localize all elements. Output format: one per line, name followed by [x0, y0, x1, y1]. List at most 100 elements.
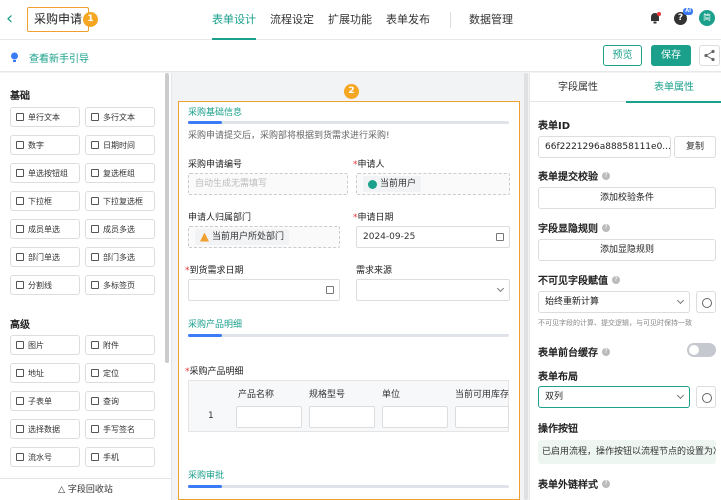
- chevron-down-icon: [676, 296, 685, 305]
- col-product-name: 产品名称: [238, 390, 275, 400]
- guide-label: 查看新手引导: [29, 54, 89, 65]
- comp-member-single[interactable]: 成员单选: [10, 219, 80, 239]
- comp-icon: [91, 141, 99, 149]
- comp-checkbox[interactable]: 复选框组: [85, 163, 155, 183]
- tab-extension[interactable]: 扩展功能: [322, 0, 378, 40]
- add-visibility-button[interactable]: 添加显隐规则: [538, 239, 716, 261]
- field-no-input[interactable]: 自动生成无需填写: [188, 173, 348, 195]
- comp-dept-single[interactable]: 部门单选: [10, 247, 80, 267]
- comp-divider[interactable]: 分割线: [10, 275, 80, 295]
- help-icon[interactable]: ?: [612, 275, 620, 284]
- form-title[interactable]: 采购申请: [27, 7, 90, 32]
- bell-icon[interactable]: [648, 11, 662, 25]
- add-validation-button[interactable]: 添加校验条件: [538, 187, 716, 209]
- comp-datetime[interactable]: 日期时间: [85, 135, 155, 155]
- comp-serial[interactable]: 流水号: [10, 447, 80, 467]
- layout-label: 表单布局: [538, 372, 578, 383]
- tab-divider: [450, 12, 451, 28]
- product-subtable[interactable]: 产品名称 规格型号 单位 当前可用库存 1: [188, 380, 509, 432]
- comp-attachment[interactable]: 附件: [85, 335, 155, 355]
- comp-tabs[interactable]: 多标签页: [85, 275, 155, 295]
- help-icon[interactable]: ?: [602, 479, 610, 488]
- comp-icon: [16, 397, 24, 405]
- help-icon[interactable]: ?: [602, 223, 610, 232]
- help-icon[interactable]: ? AI: [674, 7, 693, 25]
- comp-signature[interactable]: 手写签名: [85, 419, 155, 439]
- comp-icon: [16, 453, 24, 461]
- tab-flow[interactable]: 流程设定: [264, 0, 320, 40]
- preview-button[interactable]: 预览: [603, 45, 642, 66]
- field-label-applicant: *申请人: [353, 157, 385, 170]
- tab-publish[interactable]: 表单发布: [380, 0, 436, 40]
- avatar[interactable]: 简: [699, 10, 715, 26]
- comp-member-multi[interactable]: 成员多选: [85, 219, 155, 239]
- canvas-scrollbar[interactable]: [524, 73, 528, 500]
- tab-form-props[interactable]: 表单属性: [626, 73, 721, 103]
- comp-label: 数字: [28, 140, 44, 150]
- comp-icon: [16, 341, 24, 349]
- field-date-input[interactable]: 2024-09-25: [356, 226, 510, 248]
- gear-icon[interactable]: [696, 291, 716, 313]
- comp-select[interactable]: 下拉框: [10, 191, 80, 211]
- comp-dept-multi[interactable]: 部门多选: [85, 247, 155, 267]
- field-label-arrive: *到货需求日期: [185, 263, 244, 276]
- comp-single-text[interactable]: 单行文本: [10, 107, 80, 127]
- field-applicant-input[interactable]: 当前用户: [356, 173, 510, 195]
- copy-button[interactable]: 复制: [674, 136, 716, 158]
- comp-location[interactable]: 定位: [85, 363, 155, 383]
- step-badge-1: 1: [83, 12, 98, 27]
- field-source-select[interactable]: [356, 279, 510, 301]
- comp-label: 单行文本: [28, 112, 60, 122]
- guide-link[interactable]: 查看新手引导: [10, 50, 89, 65]
- cell-stock[interactable]: [455, 406, 509, 428]
- form-canvas[interactable]: 采购基础信息 采购申请提交后，采购部将根据到货需求进行采购! 采购申请编号 自动…: [178, 101, 520, 500]
- comp-label: 成员单选: [28, 224, 60, 234]
- comp-label: 成员多选: [103, 224, 135, 234]
- cell-spec[interactable]: [309, 406, 375, 428]
- comp-label: 查询: [103, 396, 119, 406]
- section-underline: [188, 121, 509, 124]
- field-label-text: 到货需求日期: [189, 266, 244, 276]
- comp-label: 分割线: [28, 280, 52, 290]
- comp-multiselect[interactable]: 下拉复选框: [85, 191, 155, 211]
- comp-radio[interactable]: 单选按钮组: [10, 163, 80, 183]
- table-label-text: 采购产品明细: [189, 367, 244, 377]
- invisible-assign-select[interactable]: 始终重新计算: [538, 291, 690, 313]
- comp-phone[interactable]: 手机: [85, 447, 155, 467]
- comp-icon: [16, 141, 24, 149]
- save-button[interactable]: 保存: [651, 45, 691, 66]
- comp-select-data[interactable]: 选择数据: [10, 419, 80, 439]
- section-title-products: 采购产品明细: [188, 320, 243, 330]
- dept-chip: 当前用户所处部门: [195, 229, 290, 245]
- label-text: 字段显隐规则: [538, 224, 598, 235]
- comp-address[interactable]: 地址: [10, 363, 80, 383]
- comp-image[interactable]: 图片: [10, 335, 80, 355]
- comp-number[interactable]: 数字: [10, 135, 80, 155]
- comp-subform[interactable]: 子表单: [10, 391, 80, 411]
- help-icon[interactable]: ?: [602, 347, 610, 356]
- field-dept-input[interactable]: 当前用户所处部门: [188, 226, 340, 248]
- cell-product-name[interactable]: [236, 406, 302, 428]
- recycle-bin-button[interactable]: △ 字段回收站: [0, 478, 171, 500]
- help-icon[interactable]: ?: [602, 171, 610, 180]
- property-panel: 字段属性 表单属性 表单ID 66f2221296a88858111e0... …: [529, 73, 721, 500]
- layout-select[interactable]: 双列: [538, 386, 690, 408]
- cache-toggle[interactable]: [687, 343, 716, 357]
- gear-icon[interactable]: [696, 386, 716, 408]
- field-label-text: 申请日期: [357, 213, 394, 223]
- user-icon: [368, 179, 377, 189]
- comp-icon: [91, 225, 99, 233]
- tab-data-manage[interactable]: 数据管理: [463, 0, 519, 40]
- tab-field-props[interactable]: 字段属性: [530, 73, 626, 102]
- section-underline: [188, 334, 509, 337]
- section-title-approval: 采购审批: [188, 471, 225, 481]
- tab-form-design[interactable]: 表单设计: [206, 0, 262, 40]
- share-button[interactable]: [699, 45, 720, 66]
- top-bar: ‹ 采购申请 1 表单设计 流程设定 扩展功能 表单发布 数据管理 ? AI 简: [0, 0, 721, 40]
- left-scrollbar[interactable]: [165, 73, 169, 363]
- field-arrive-input[interactable]: [188, 279, 340, 301]
- back-chevron-icon[interactable]: ‹: [6, 9, 13, 29]
- comp-query[interactable]: 查询: [85, 391, 155, 411]
- comp-multi-text[interactable]: 多行文本: [85, 107, 155, 127]
- cell-unit[interactable]: [382, 406, 448, 428]
